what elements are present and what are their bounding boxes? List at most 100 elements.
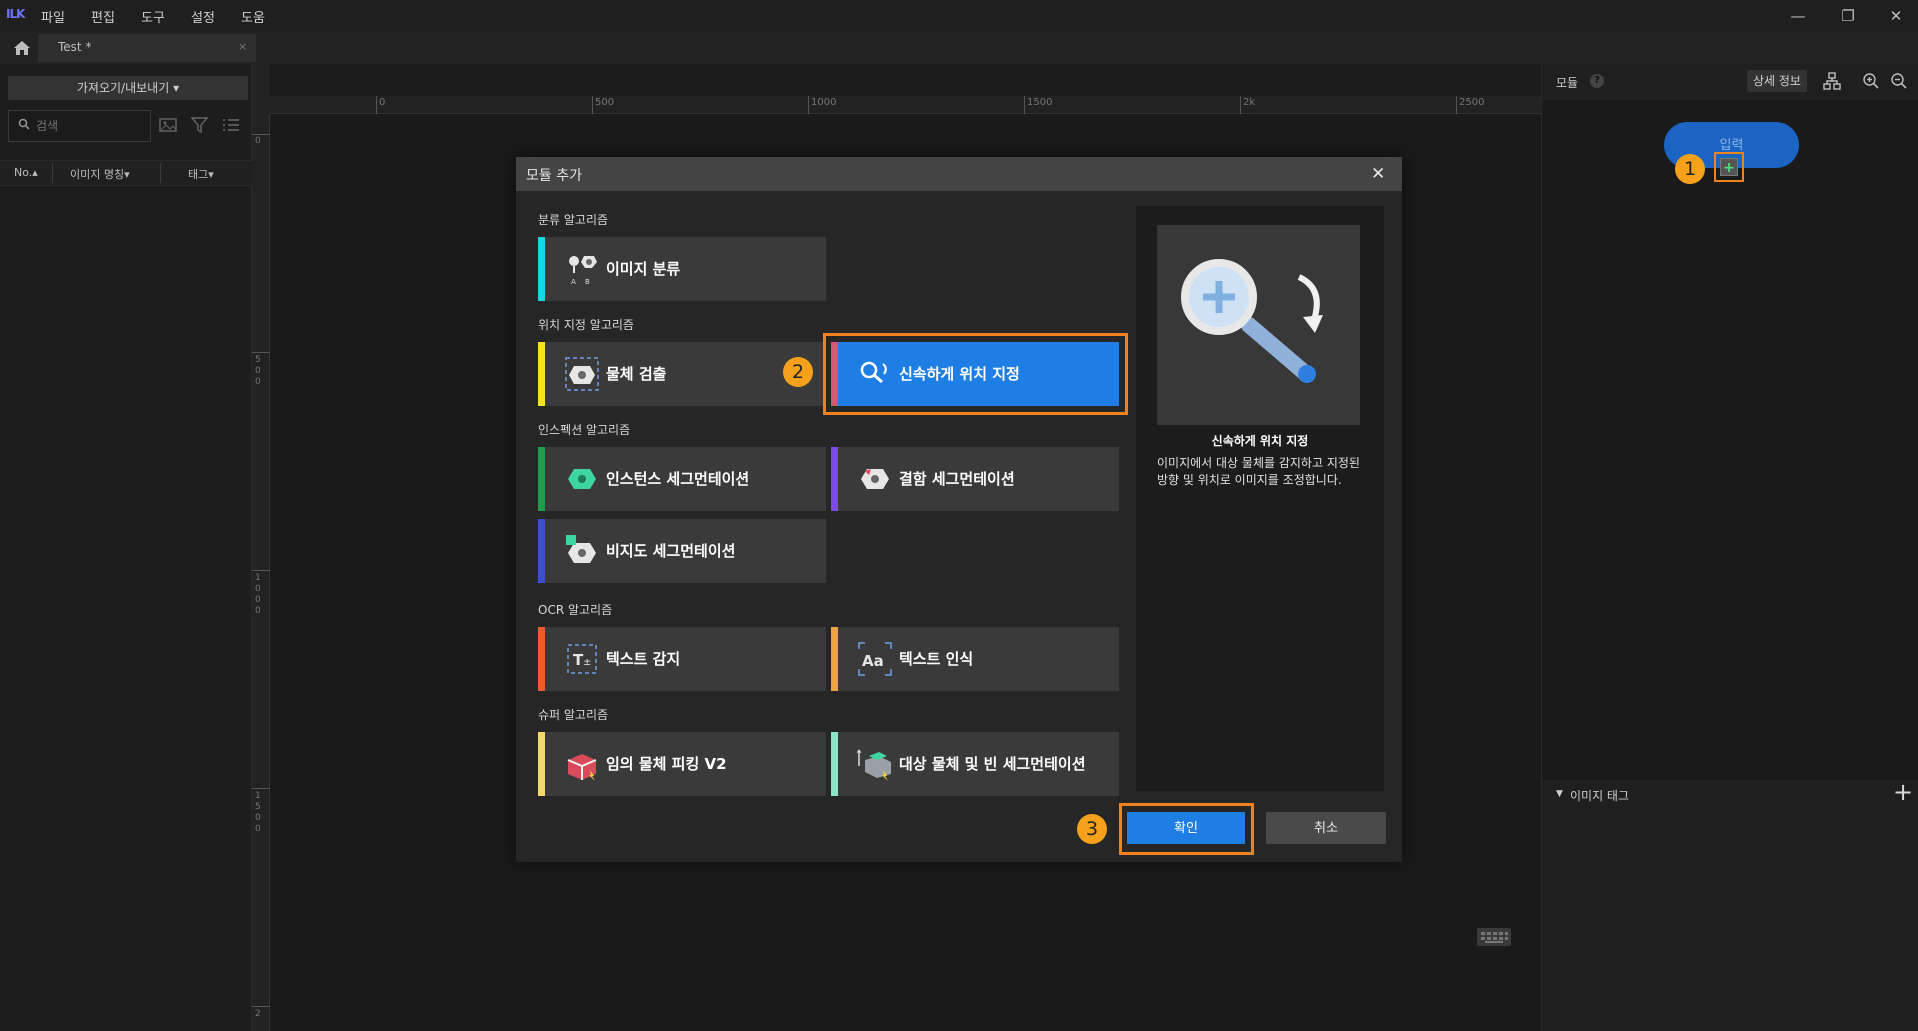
svg-text:B: B — [585, 278, 590, 286]
zoom-out-icon[interactable] — [1890, 72, 1908, 90]
column-tag[interactable]: 태그▾ — [188, 166, 214, 182]
app-logo: ILK — [6, 7, 25, 21]
ruler-tick — [252, 1006, 270, 1007]
minimize-icon[interactable]: — — [1786, 4, 1810, 28]
keyboard-icon[interactable] — [1476, 925, 1512, 949]
help-icon[interactable]: ? — [1590, 74, 1604, 88]
unsupervised-segmentation-icon — [564, 533, 600, 569]
menu-file[interactable]: 파일 — [41, 7, 65, 26]
cancel-button[interactable]: 취소 — [1266, 812, 1386, 844]
image-list-panel — [0, 64, 252, 1031]
text-recognition-icon: Aa — [857, 641, 893, 677]
card-label: 임의 물체 피킹 V2 — [606, 755, 727, 773]
ruler-label: 1 0 0 0 — [255, 573, 261, 616]
preview-description: 이미지에서 대상 물체를 감지하고 지정된 방향 및 위치로 이미지를 조정합니… — [1157, 456, 1360, 487]
detail-info-button[interactable]: 상세 정보 — [1747, 70, 1807, 92]
add-tag-button[interactable]: + — [1893, 780, 1913, 804]
module-card-image-classification[interactable]: A B 이미지 분류 — [538, 237, 826, 301]
menu-settings[interactable]: 설정 — [191, 7, 215, 26]
menu-tools[interactable]: 도구 — [141, 7, 165, 26]
ruler-tick — [252, 570, 270, 571]
section-title: OCR 알고리즘 — [538, 603, 613, 617]
column-no[interactable]: No.▴ — [14, 166, 38, 179]
module-card-bin-segmentation[interactable]: 대상 물체 및 빈 세그먼테이션 — [831, 732, 1119, 796]
step-callout-1: 1 — [1675, 154, 1705, 184]
step-callout-2: 2 — [783, 357, 813, 387]
bin-segmentation-icon — [856, 746, 893, 782]
tab-label: Test * — [58, 40, 92, 54]
module-card-picking-v2[interactable]: 임의 물체 피킹 V2 — [538, 732, 826, 796]
ruler-tick — [592, 96, 593, 114]
module-card-unsupervised-segmentation[interactable]: 비지도 세그먼테이션 — [538, 519, 826, 583]
module-card-text-recognition[interactable]: Aa 텍스트 인식 — [831, 627, 1119, 691]
menu-help[interactable]: 도움 — [241, 7, 265, 26]
dialog-header — [516, 157, 1402, 191]
section-title: 인스펙션 알고리즘 — [538, 423, 631, 437]
tab-bar — [0, 32, 1918, 64]
horizontal-ruler — [270, 96, 1541, 114]
ruler-label: 500 — [595, 97, 615, 108]
card-label: 인스턴스 세그먼테이션 — [606, 470, 750, 488]
column-divider — [160, 163, 161, 183]
module-card-defect-segmentation[interactable]: 결함 세그먼테이션 — [831, 447, 1119, 511]
card-color-bar — [538, 342, 545, 406]
dialog-close-icon[interactable]: ✕ — [1371, 164, 1385, 184]
defect-segmentation-icon — [857, 461, 893, 497]
module-card-instance-segmentation[interactable]: 인스턴스 세그먼테이션 — [538, 447, 826, 511]
column-image-name[interactable]: 이미지 명칭▾ — [70, 166, 130, 182]
ruler-tick — [376, 96, 377, 114]
dialog-title: 모듈 추가 — [526, 168, 582, 184]
ruler-tick — [1240, 96, 1241, 114]
card-color-bar — [831, 447, 838, 511]
card-color-bar — [538, 447, 545, 511]
ruler-label: 0 — [255, 136, 261, 146]
menu-edit[interactable]: 편집 — [91, 7, 115, 26]
close-icon[interactable]: ✕ — [1884, 4, 1908, 28]
title-bar — [0, 0, 1918, 32]
card-label: 물체 검출 — [606, 365, 667, 383]
card-color-bar — [831, 732, 838, 796]
ruler-label: 1 5 0 0 — [255, 791, 261, 834]
module-panel-title: 모듈 — [1556, 76, 1579, 90]
list-view-icon[interactable] — [221, 116, 243, 136]
card-color-bar — [831, 627, 838, 691]
card-color-bar — [538, 627, 545, 691]
ruler-tick — [1024, 96, 1025, 114]
home-icon[interactable] — [12, 38, 32, 58]
object-detection-icon — [564, 356, 600, 392]
svg-text:A: A — [571, 278, 576, 286]
image-filter-icon[interactable] — [159, 116, 181, 136]
instance-segmentation-icon — [564, 461, 600, 497]
ruler-label: 5 0 0 — [255, 355, 261, 387]
card-label: 텍스트 감지 — [606, 650, 681, 668]
ruler-tick — [252, 352, 270, 353]
card-label: 텍스트 인식 — [899, 650, 974, 668]
ruler-label: 1000 — [811, 97, 837, 108]
ruler-label: 2k — [1243, 97, 1256, 108]
tab-close-icon[interactable]: × — [238, 40, 247, 53]
zoom-in-icon[interactable] — [1862, 72, 1880, 90]
ruler-tick — [808, 96, 809, 114]
column-divider — [52, 163, 53, 183]
structure-icon[interactable] — [1823, 72, 1841, 90]
ruler-label: 0 — [379, 97, 386, 108]
highlight-box — [1714, 152, 1744, 182]
ruler-label: 2500 — [1459, 97, 1485, 108]
filter-icon[interactable] — [190, 116, 212, 136]
collapse-caret-icon[interactable]: ▼ — [1556, 789, 1563, 799]
search-icon — [18, 118, 30, 134]
search-input[interactable] — [34, 115, 144, 137]
card-color-bar — [538, 519, 545, 583]
module-graph-canvas[interactable] — [1542, 100, 1918, 780]
module-card-text-detection[interactable]: T ± 텍스트 감지 — [538, 627, 826, 691]
card-label: 이미지 분류 — [606, 260, 681, 278]
preview-title: 신속하게 위치 지정 — [1211, 434, 1309, 448]
ruler-label: 1500 — [1027, 97, 1053, 108]
preview-image — [1157, 225, 1360, 425]
section-title: 슈퍼 알고리즘 — [538, 708, 609, 722]
step-callout-3: 3 — [1077, 814, 1107, 844]
section-title: 분류 알고리즘 — [538, 213, 609, 227]
import-export-button[interactable]: 가져오기/내보내기 ▾ — [8, 76, 248, 100]
restore-icon[interactable]: ❐ — [1836, 4, 1860, 28]
card-label: 결함 세그먼테이션 — [899, 470, 1015, 488]
